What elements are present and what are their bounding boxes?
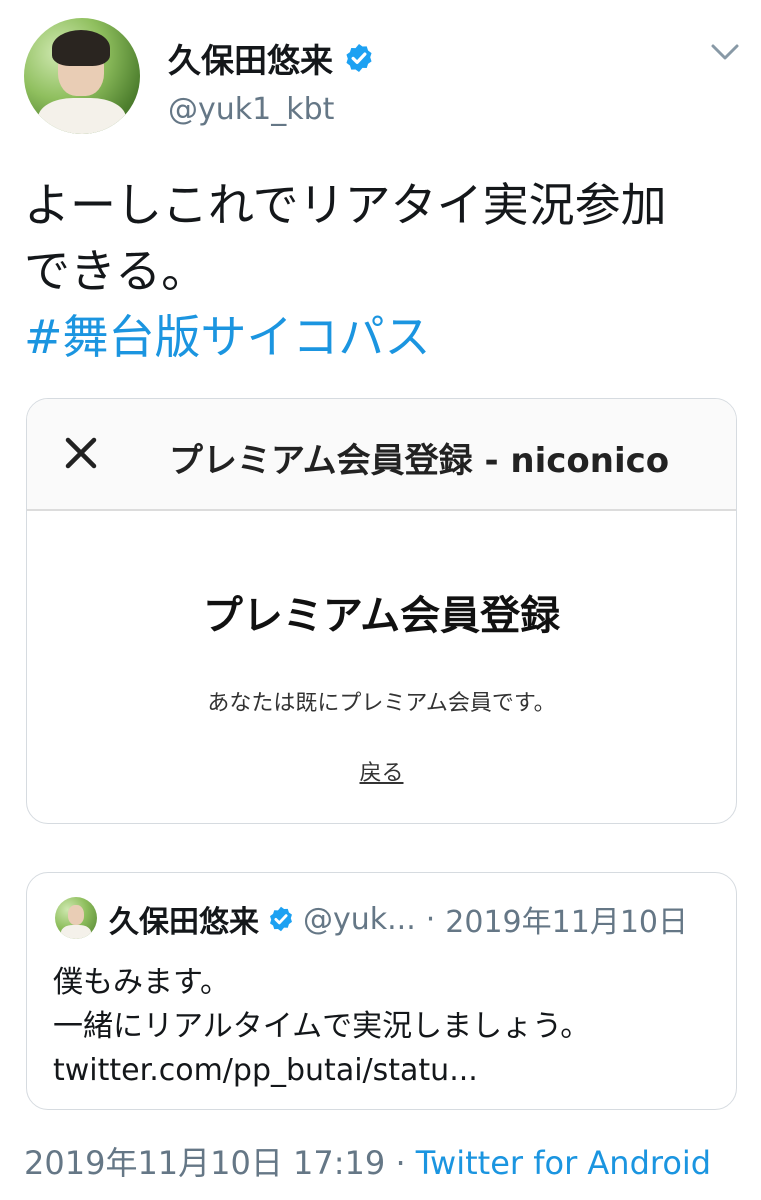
quoted-avatar: [55, 897, 97, 939]
author-name-row[interactable]: 久保田悠来: [168, 34, 375, 82]
quoted-separator: ·: [425, 901, 436, 937]
tweet-hashtag[interactable]: #舞台版サイコパス: [24, 304, 734, 370]
tweet-meta: 2019年11月10日 17:19 · Twitter for Android: [24, 1138, 711, 1184]
tweet-line-1: よーしこれでリアタイ実況参加: [24, 178, 667, 232]
verified-badge-icon: [270, 906, 292, 932]
quoted-body: 僕もみます。 一緒にリアルタイムで実況しましょう。 twitter.com/pp…: [53, 961, 590, 1093]
card-title-bar: プレミアム会員登録 - niconico: [27, 399, 736, 511]
card-back-label: 戻る: [359, 761, 404, 786]
avatar-shirt: [38, 98, 126, 134]
quoted-line-2: 一緒にリアルタイムで実況しましょう。: [53, 1009, 591, 1044]
quoted-date: 2019年11月10日: [445, 905, 688, 940]
card-back-link: 戻る: [27, 755, 736, 787]
tweet-timestamp[interactable]: 2019年11月10日 17:19: [24, 1144, 385, 1182]
quoted-handle: @yuk...: [303, 901, 416, 937]
quoted-line-1: 僕もみます。: [53, 965, 230, 1000]
card-heading: プレミアム会員登録: [202, 593, 561, 639]
avatar-hair: [52, 30, 110, 66]
quoted-avatar-shirt: [61, 925, 91, 939]
tweet-source[interactable]: Twitter for Android: [416, 1144, 711, 1182]
chevron-down-icon[interactable]: [708, 40, 742, 64]
quoted-link: twitter.com/pp_butai/statu...: [53, 1053, 478, 1088]
meta-separator: ·: [395, 1144, 406, 1182]
card-message: あなたは既にプレミアム会員です。: [207, 691, 556, 716]
tweet-text: よーしこれでリアタイ実況参加 できる。 #舞台版サイコパス: [24, 172, 734, 370]
author-avatar[interactable]: [24, 18, 140, 134]
tweet-line-2: できる。: [24, 244, 208, 298]
quoted-name: 久保田悠来: [109, 905, 259, 940]
attached-screenshot-card[interactable]: プレミアム会員登録 - niconico プレミアム会員登録 あなたは既にプレミ…: [26, 398, 737, 824]
author-name[interactable]: 久保田悠来: [168, 34, 333, 82]
author-handle[interactable]: @yuk1_kbt: [168, 92, 334, 127]
quoted-tweet[interactable]: 久保田悠来 @yuk... · 2019年11月10日 僕もみます。 一緒にリア…: [26, 872, 737, 1110]
card-bar-title: プレミアム会員登録 - niconico: [169, 441, 670, 481]
verified-badge-icon: [346, 44, 372, 72]
close-icon: [65, 437, 97, 469]
quoted-avatar-face: [68, 905, 84, 925]
quoted-header: 久保田悠来 @yuk... · 2019年11月10日: [109, 897, 688, 941]
